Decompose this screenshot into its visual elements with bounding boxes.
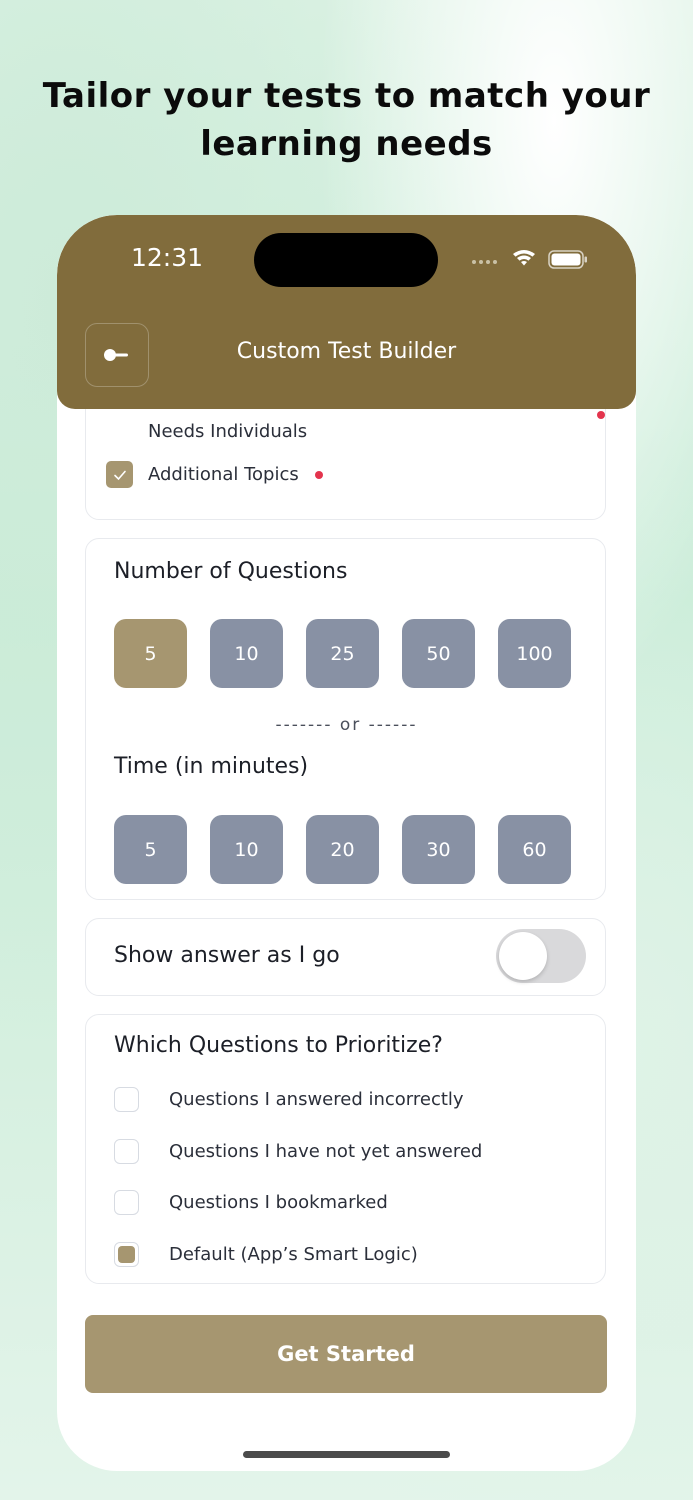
topic-row[interactable]: Additional Topics [106,461,323,488]
question-count-option[interactable]: 100 [498,619,571,688]
time-option[interactable]: 5 [114,815,187,884]
show-answer-toggle[interactable] [496,929,586,983]
dynamic-island [254,233,438,287]
phone-frame: Needs Individuals Additional Topics Numb… [57,215,636,1471]
or-divider: ------- or ------ [275,715,418,735]
prioritize-option[interactable]: Questions I answered incorrectly [114,1087,464,1112]
prioritize-checkbox[interactable] [114,1190,139,1215]
required-dot [597,411,605,419]
status-time: 12:31 [131,243,204,272]
question-count-option[interactable]: 50 [402,619,475,688]
headline-line-2: learning needs [200,124,493,164]
battery-icon [548,250,587,269]
test-size-card: Number of Questions 5 10 25 50 100 -----… [85,538,606,900]
topic-label: Needs Individuals [148,421,308,442]
prioritize-option-label: Questions I have not yet answered [169,1141,483,1162]
wifi-icon [513,250,535,266]
get-started-button[interactable]: Get Started [85,1315,607,1393]
question-count-option[interactable]: 5 [114,619,187,688]
prioritize-option[interactable]: Questions I have not yet answered [114,1139,482,1164]
cellular-signal-icon [472,260,497,264]
show-answer-card: Show answer as I go [85,918,606,996]
headline-line-1: Tailor your tests to match your [42,76,651,116]
marketing-headline: Tailor your tests to match your learning… [0,72,693,168]
question-count-option[interactable]: 25 [306,619,379,688]
section-title-questions: Number of Questions [114,559,348,584]
prioritize-option-label: Questions I answered incorrectly [169,1089,464,1110]
prioritize-option[interactable]: Questions I bookmarked [114,1190,388,1215]
time-option[interactable]: 10 [210,815,283,884]
status-icons [472,250,587,269]
prioritize-card: Which Questions to Prioritize? Questions… [85,1014,606,1284]
time-option[interactable]: 60 [498,815,571,884]
toggle-knob [499,932,547,980]
topic-label: Additional Topics [148,464,299,485]
prioritize-checkbox-checked[interactable] [114,1242,139,1267]
app-header: 12:31 Custom Test Builder [57,215,636,409]
prioritize-option-label: Default (App’s Smart Logic) [169,1244,418,1265]
section-title-prioritize: Which Questions to Prioritize? [114,1033,443,1058]
required-dot [314,470,323,479]
topic-checkbox[interactable] [106,461,133,488]
section-title-time: Time (in minutes) [114,754,309,779]
show-answer-label: Show answer as I go [114,943,340,968]
prioritize-checkbox[interactable] [114,1087,139,1112]
home-indicator[interactable] [243,1451,450,1458]
time-option[interactable]: 30 [402,815,475,884]
prioritize-option[interactable]: Default (App’s Smart Logic) [114,1242,418,1267]
prioritize-option-label: Questions I bookmarked [169,1192,388,1213]
topic-row[interactable]: Needs Individuals [106,418,307,445]
question-count-option[interactable]: 10 [210,619,283,688]
checkmark-icon [113,470,126,480]
time-option[interactable]: 20 [306,815,379,884]
prioritize-checkbox[interactable] [114,1139,139,1164]
screen-title: Custom Test Builder [236,339,457,364]
